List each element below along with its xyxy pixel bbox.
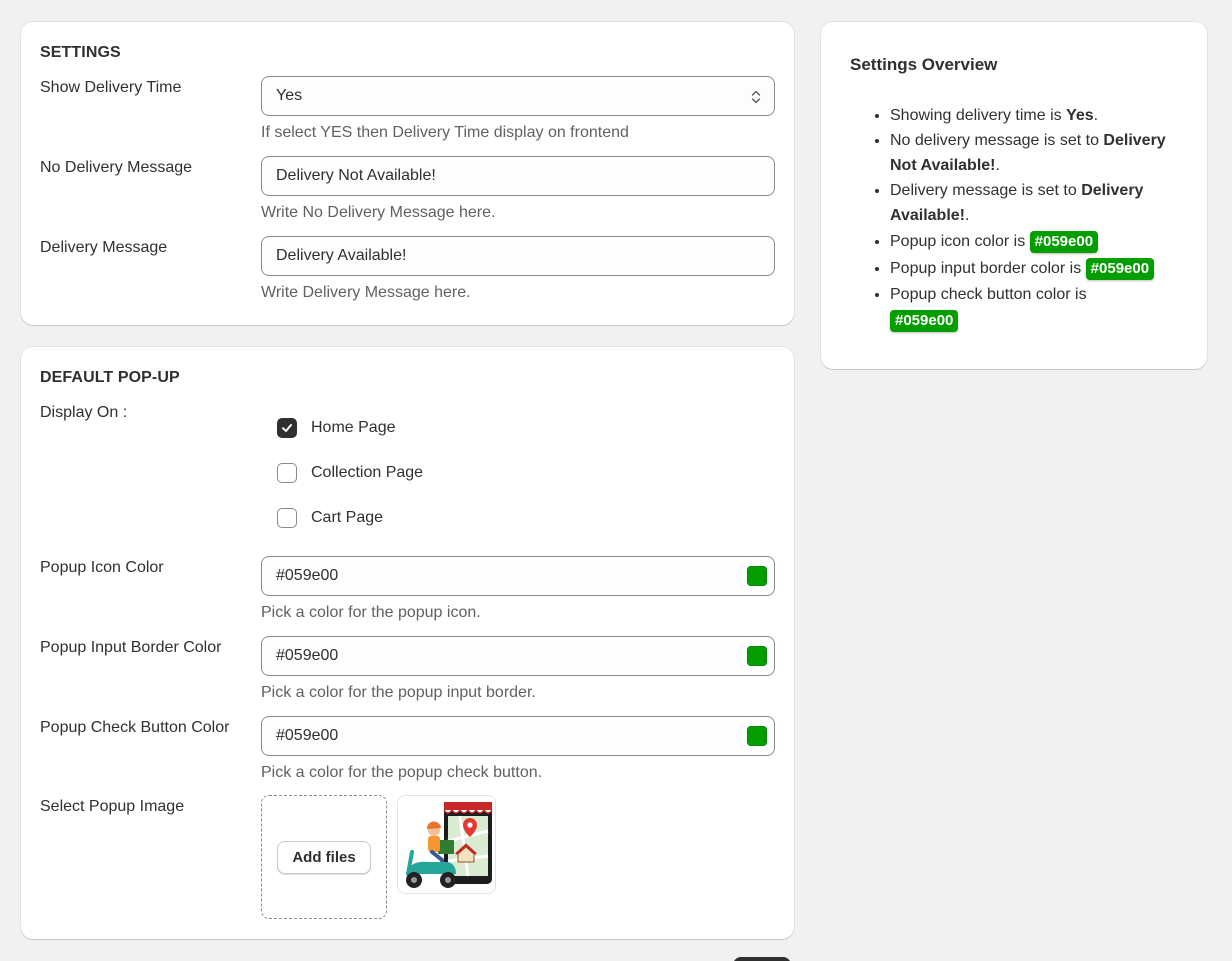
home-page-checkbox[interactable] [277, 418, 297, 438]
overview-delivery-time-value: Yes [1066, 107, 1094, 124]
popup-icon-color-input[interactable]: #059e00 [261, 556, 775, 596]
overview-item-button-color: Popup check button color is #059e00 [890, 282, 1130, 333]
no-delivery-message-input[interactable]: Delivery Not Available! [261, 156, 775, 196]
popup-icon-color-value: #059e00 [276, 567, 339, 584]
popup-icon-color-label: Popup Icon Color [40, 559, 164, 576]
popup-check-button-color-swatch[interactable] [747, 726, 767, 746]
select-popup-image-label: Select Popup Image [40, 798, 185, 815]
default-popup-card: DEFAULT POP-UP Display On : Home Page Co… [21, 347, 794, 939]
show-delivery-time-help: If select YES then Delivery Time display… [261, 124, 629, 141]
overview-delivery-time-text: Showing delivery time is [890, 107, 1067, 124]
popup-check-button-color-label: Popup Check Button Color [40, 719, 230, 736]
save-button-partial[interactable] [733, 957, 791, 961]
overview-period-3: . [965, 207, 970, 224]
collection-page-checkbox[interactable] [277, 463, 297, 483]
delivery-message-input[interactable]: Delivery Available! [261, 236, 775, 276]
cart-page-label: Cart Page [311, 509, 384, 526]
popup-input-border-color-swatch[interactable] [747, 646, 767, 666]
overview-button-color-text: Popup check button color is [890, 286, 1087, 303]
show-delivery-time-label: Show Delivery Time [40, 79, 182, 96]
popup-title: DEFAULT POP-UP [40, 369, 180, 386]
overview-icon-color-text: Popup icon color is [890, 233, 1030, 250]
overview-item-delivery-time: Showing delivery time is Yes. [890, 103, 1190, 128]
overview-no-delivery-text: No delivery message is set to [890, 132, 1104, 149]
popup-input-border-color-input[interactable]: #059e00 [261, 636, 775, 676]
popup-check-button-color-input[interactable]: #059e00 [261, 716, 775, 756]
checkmark-icon [282, 424, 292, 432]
display-option-home[interactable]: Home Page [277, 418, 396, 438]
delivery-message-value: Delivery Available! [276, 247, 407, 264]
add-files-button[interactable]: Add files [277, 840, 371, 874]
display-option-collection[interactable]: Collection Page [277, 463, 423, 483]
no-delivery-message-value: Delivery Not Available! [276, 167, 436, 184]
popup-check-button-color-help: Pick a color for the popup check button. [261, 764, 543, 781]
overview-list: Showing delivery time is Yes. No deliver… [890, 103, 1190, 333]
overview-item-delivery: Delivery message is set to Delivery Avai… [890, 178, 1190, 228]
overview-delivery-text: Delivery message is set to [890, 182, 1082, 199]
settings-card: SETTINGS Show Delivery Time Yes If selec… [21, 22, 794, 325]
show-delivery-time-select[interactable]: Yes [261, 76, 775, 116]
no-delivery-message-help: Write No Delivery Message here. [261, 204, 496, 221]
delivery-message-help: Write Delivery Message here. [261, 284, 471, 301]
overview-border-color-chip: #059e00 [1085, 258, 1155, 280]
popup-input-border-color-label: Popup Input Border Color [40, 639, 222, 656]
overview-period-2: . [995, 157, 1000, 174]
image-dropzone[interactable]: Add files [261, 795, 387, 919]
settings-title: SETTINGS [40, 44, 121, 61]
settings-overview-card: Settings Overview Showing delivery time … [821, 22, 1207, 369]
home-page-label: Home Page [311, 419, 396, 436]
popup-icon-color-help: Pick a color for the popup icon. [261, 604, 481, 621]
show-delivery-time-value: Yes [276, 87, 303, 104]
overview-period-1: . [1093, 107, 1099, 124]
display-on-label: Display On : [40, 404, 128, 421]
popup-check-button-color-value: #059e00 [276, 727, 339, 744]
popup-icon-color-swatch[interactable] [747, 566, 767, 586]
cart-page-checkbox[interactable] [277, 508, 297, 528]
overview-item-no-delivery: No delivery message is set to Delivery N… [890, 128, 1190, 178]
overview-button-color-chip: #059e00 [890, 310, 959, 332]
overview-item-border-color: Popup input border color is #059e00 [890, 256, 1190, 281]
overview-item-icon-color: Popup icon color is #059e00 [890, 229, 1190, 254]
no-delivery-message-label: No Delivery Message [40, 159, 193, 176]
popup-image-thumbnail[interactable] [397, 795, 496, 894]
popup-input-border-color-help: Pick a color for the popup input border. [261, 684, 536, 701]
popup-input-border-color-value: #059e00 [276, 647, 339, 664]
overview-border-color-text: Popup input border color is [890, 260, 1086, 277]
delivery-message-label: Delivery Message [40, 239, 168, 256]
delivery-scooter-map-icon [406, 802, 493, 888]
overview-icon-color-chip: #059e00 [1029, 231, 1099, 253]
overview-title: Settings Overview [850, 55, 998, 74]
display-option-cart[interactable]: Cart Page [277, 508, 383, 528]
collection-page-label: Collection Page [311, 464, 424, 481]
select-chevrons-icon [751, 90, 761, 104]
